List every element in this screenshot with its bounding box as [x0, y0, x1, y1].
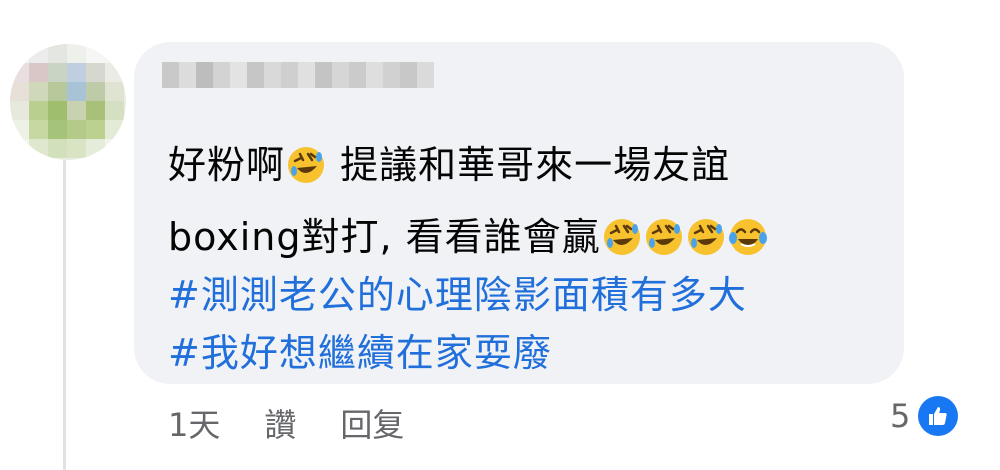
- commenter-name[interactable]: [162, 62, 434, 88]
- comment-text: boxing對打, 看看誰會贏: [168, 215, 601, 259]
- rofl-emoji-icon: [288, 147, 325, 183]
- comment-actions: 1天 讚 回复: [168, 400, 448, 446]
- hashtag-link[interactable]: #測測老公的心理陰影面積有多大: [168, 264, 747, 319]
- rofl-emoji-icon: [687, 219, 724, 255]
- rofl-emoji-icon: [603, 219, 640, 255]
- reaction-count: 5: [890, 397, 911, 435]
- reply-button[interactable]: 回复: [340, 406, 404, 444]
- like-button[interactable]: 讚: [264, 406, 296, 444]
- comment-text: 提議和華哥來一場友誼: [327, 143, 731, 187]
- reaction-summary[interactable]: 5: [890, 396, 959, 436]
- avatar[interactable]: [10, 44, 126, 160]
- comment-line-2: boxing對打, 看看誰會贏: [168, 206, 769, 261]
- hashtag-link[interactable]: #我好想繼續在家耍廢: [168, 322, 552, 377]
- like-icon: [918, 396, 959, 436]
- comment-timestamp[interactable]: 1天: [168, 406, 220, 444]
- comment-text: 好粉啊: [168, 143, 286, 187]
- rofl-emoji-icon: [645, 219, 682, 255]
- tears-of-joy-emoji-icon: [728, 219, 767, 255]
- thread-line: [63, 160, 66, 470]
- comment-line-1: 好粉啊 提議和華哥來一場友誼: [168, 134, 730, 189]
